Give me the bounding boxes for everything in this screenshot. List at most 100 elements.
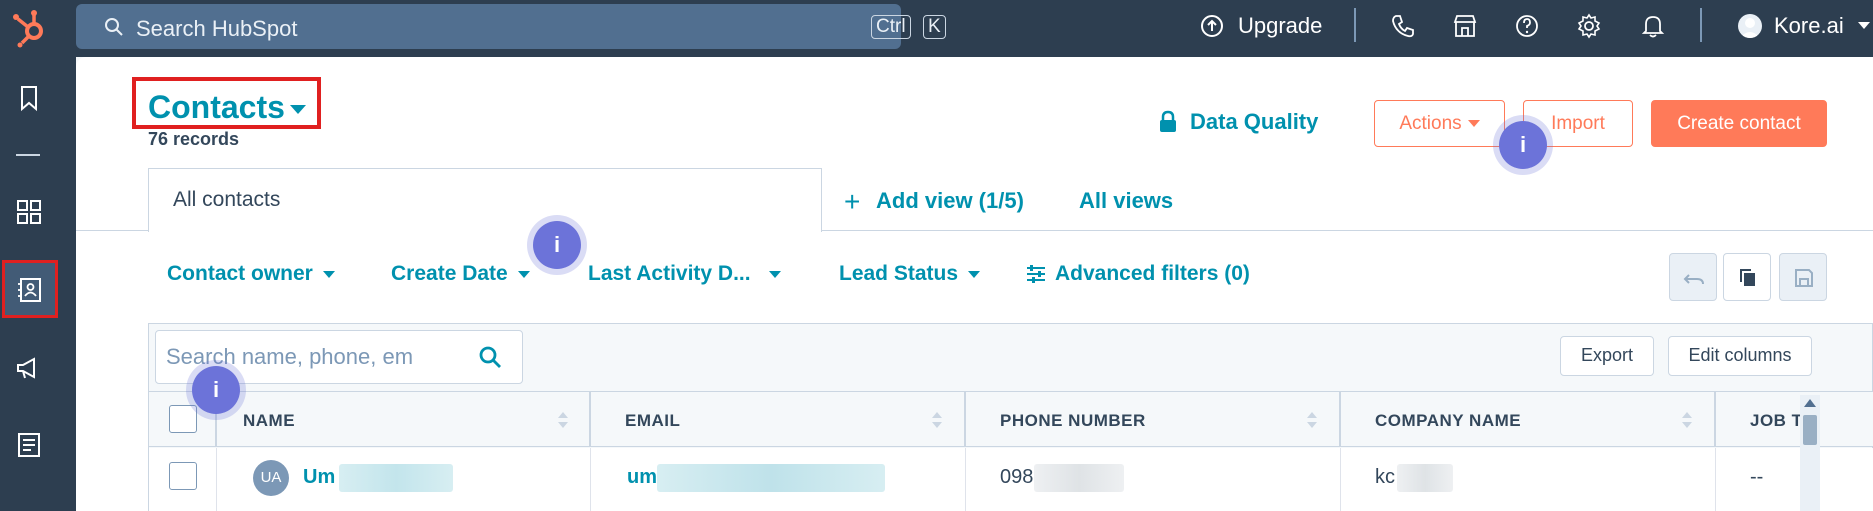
apps-grid-icon[interactable]	[14, 197, 44, 227]
settings-gear-icon[interactable]	[1576, 13, 1602, 39]
chevron-down-icon[interactable]	[290, 105, 306, 114]
tab-all-contacts-label: All contacts	[173, 188, 281, 211]
filter-last-activity-label: Last Activity D...	[588, 262, 751, 285]
sort-icon[interactable]	[1681, 410, 1693, 430]
undo-button[interactable]	[1669, 253, 1717, 301]
sort-icon[interactable]	[557, 410, 569, 430]
topbar-divider	[1354, 8, 1356, 42]
tab-all-contacts[interactable]: All contacts	[148, 168, 822, 232]
redacted-email	[657, 464, 885, 492]
scroll-thumb[interactable]	[1803, 415, 1817, 445]
page-title[interactable]: Contacts	[148, 89, 285, 126]
bookmark-icon[interactable]	[14, 83, 44, 113]
email-cell: um	[591, 448, 966, 511]
upgrade-arrow-icon	[1201, 15, 1223, 37]
top-navigation-bar: Search HubSpot Ctrl K Upgrade Kore.ai	[0, 0, 1873, 57]
lock-icon	[1160, 110, 1176, 132]
scroll-up-arrow-icon[interactable]	[1804, 399, 1816, 407]
marketing-megaphone-icon[interactable]	[14, 353, 44, 383]
filter-lead-status[interactable]: Lead Status	[839, 262, 981, 286]
plus-icon: +	[844, 186, 861, 217]
company-name: kc	[1375, 466, 1395, 488]
data-quality-link[interactable]: Data Quality	[1160, 109, 1319, 135]
info-badge[interactable]: i	[1499, 121, 1547, 169]
actions-button[interactable]: Actions	[1374, 100, 1505, 147]
phone-icon[interactable]	[1390, 13, 1416, 39]
shortcut-key-ctrl: Ctrl	[871, 15, 911, 39]
redacted-company	[1397, 464, 1453, 492]
row-select-cell	[149, 448, 217, 511]
phone-cell: 098	[966, 448, 1341, 511]
phone-number: 098	[1000, 466, 1034, 488]
notifications-bell-icon[interactable]	[1640, 13, 1666, 39]
tab-divider	[76, 230, 148, 231]
info-badge[interactable]: i	[533, 221, 581, 269]
global-search-bar[interactable]: Search HubSpot Ctrl K	[76, 4, 946, 49]
help-icon[interactable]	[1514, 13, 1540, 39]
hubspot-logo-icon[interactable]	[8, 6, 52, 50]
column-header-phone[interactable]: PHONE NUMBER	[966, 392, 1341, 447]
add-view-label: Add view (1/5)	[876, 188, 1024, 213]
filter-create-date-label: Create Date	[391, 262, 508, 285]
save-icon	[1795, 269, 1813, 287]
chevron-down-icon	[1467, 120, 1480, 128]
upgrade-label: Upgrade	[1238, 13, 1323, 38]
filter-sliders-icon	[1027, 265, 1045, 283]
topbar-divider	[1700, 8, 1702, 42]
sort-icon[interactable]	[931, 410, 943, 430]
filter-contact-owner-label: Contact owner	[167, 262, 313, 285]
column-header-job-title[interactable]: JOB T	[1716, 392, 1873, 447]
chevron-down-icon	[768, 270, 781, 278]
left-sidebar	[0, 57, 76, 511]
select-all-checkbox[interactable]	[169, 405, 197, 433]
record-count: 76 records	[148, 129, 240, 149]
filter-lead-status-label: Lead Status	[839, 262, 959, 285]
column-header-job-title-label: JOB T	[1750, 411, 1803, 430]
export-button[interactable]: Export	[1560, 336, 1654, 376]
contacts-table: Export Edit columns NAME EMAIL PHONE NUM…	[148, 323, 1873, 511]
column-header-phone-label: PHONE NUMBER	[1000, 411, 1146, 430]
contact-email-link[interactable]: um	[627, 466, 657, 489]
advanced-filters-button[interactable]: Advanced filters (0)	[1027, 262, 1250, 286]
company-cell: kc	[1341, 448, 1716, 511]
data-quality-label: Data Quality	[1190, 109, 1319, 134]
copy-icon	[1740, 269, 1755, 286]
table-scrollbar[interactable]	[1800, 395, 1820, 511]
edit-columns-button[interactable]: Edit columns	[1668, 336, 1812, 376]
column-header-company-label: COMPANY NAME	[1375, 411, 1522, 430]
create-contact-button[interactable]: Create contact	[1651, 100, 1827, 147]
search-icon[interactable]	[478, 345, 502, 369]
content-list-icon[interactable]	[14, 430, 44, 460]
sidebar-divider	[16, 154, 40, 156]
filter-contact-owner[interactable]: Contact owner	[167, 262, 335, 286]
name-cell: UA Um	[217, 448, 591, 511]
main-content: Contacts 76 records Data Quality Actions…	[76, 57, 1873, 511]
create-contact-label: Create contact	[1677, 113, 1801, 134]
redacted-name	[339, 464, 453, 492]
sidebar-item-contacts[interactable]	[2, 260, 58, 318]
column-header-email[interactable]: EMAIL	[591, 392, 966, 447]
table-row[interactable]: UA Um um 098 kc --	[149, 448, 1873, 511]
undo-icon	[1683, 274, 1704, 285]
job-title: --	[1750, 466, 1764, 488]
chevron-down-icon	[322, 270, 335, 278]
contact-name-link[interactable]: Um	[303, 466, 335, 489]
save-view-button[interactable]	[1779, 253, 1827, 301]
import-label: Import	[1551, 113, 1605, 134]
sort-icon[interactable]	[1306, 410, 1318, 430]
filter-last-activity[interactable]: Last Activity D...	[588, 262, 781, 286]
filter-create-date[interactable]: Create Date	[391, 262, 530, 286]
shortcut-key-k: K	[923, 15, 946, 39]
all-views-link[interactable]: All views	[1079, 188, 1173, 214]
duplicate-view-button[interactable]	[1723, 253, 1771, 301]
contact-avatar: UA	[253, 460, 289, 496]
column-header-name[interactable]: NAME	[217, 392, 591, 447]
row-checkbox[interactable]	[169, 462, 197, 490]
table-header: NAME EMAIL PHONE NUMBER COMPANY NAME JOB…	[149, 391, 1873, 447]
job-title-cell: --	[1716, 448, 1873, 511]
column-header-company[interactable]: COMPANY NAME	[1341, 392, 1716, 447]
marketplace-icon[interactable]	[1452, 13, 1478, 39]
info-badge[interactable]: i	[192, 366, 240, 414]
user-avatar-icon	[1738, 14, 1762, 38]
chevron-down-icon	[1858, 22, 1870, 29]
